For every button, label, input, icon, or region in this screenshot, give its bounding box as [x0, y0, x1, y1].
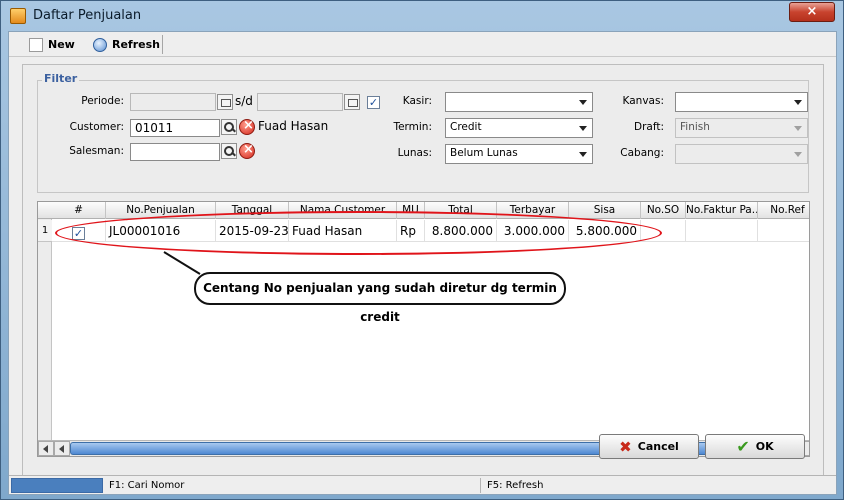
refresh-button-label: Refresh [112, 38, 160, 51]
termin-label: Termin: [393, 121, 432, 133]
refresh-icon [93, 37, 107, 52]
termin-dropdown[interactable]: Credit [445, 118, 593, 138]
toolbar: New Refresh [9, 32, 836, 57]
salesman-field[interactable] [130, 143, 220, 161]
toolbar-separator [162, 35, 163, 54]
salesman-search-icon[interactable] [221, 143, 237, 159]
filter-group: Filter Periode: s/d ✓ Customer: 01011 Fu… [37, 72, 809, 193]
ok-button-label: OK [755, 440, 774, 453]
new-document-icon [29, 37, 43, 52]
kasir-label: Kasir: [402, 95, 432, 107]
chevron-down-icon [794, 126, 802, 131]
sd-label: s/d [235, 94, 253, 108]
chevron-down-icon [579, 152, 587, 157]
chevron-down-icon [579, 126, 587, 131]
highlight-oval [55, 211, 662, 255]
chevron-down-icon [794, 100, 802, 105]
salesman-clear-icon[interactable] [239, 142, 255, 159]
refresh-button[interactable]: Refresh [89, 34, 164, 55]
title-bar[interactable]: Daftar Penjualan × [1, 1, 843, 31]
column-header-no-ref[interactable]: No.Ref [758, 202, 809, 219]
salesman-label: Salesman: [69, 145, 124, 157]
scroll-left-icon[interactable] [38, 441, 54, 456]
ok-button[interactable]: ✔ OK [705, 434, 805, 459]
periode-label: Periode: [81, 95, 124, 107]
filter-legend: Filter [42, 72, 80, 85]
window-content: New Refresh Filter Periode: s/d ✓ Custom… [8, 31, 837, 495]
cancel-button[interactable]: ✖ Cancel [599, 434, 699, 459]
periode-end-field [257, 93, 343, 111]
status-f1-hint: F1: Cari Nomor [105, 478, 481, 493]
new-button[interactable]: New [25, 34, 79, 55]
lunas-dropdown[interactable]: Belum Lunas [445, 144, 593, 164]
new-button-label: New [48, 38, 75, 51]
kanvas-label: Kanvas: [622, 95, 664, 107]
termin-value: Credit [450, 121, 482, 133]
chevron-down-icon [579, 100, 587, 105]
status-progress-indicator [11, 478, 103, 493]
status-bar: F1: Cari Nomor F5: Refresh [9, 475, 836, 494]
status-f5-hint: F5: Refresh [487, 480, 544, 491]
lunas-value: Belum Lunas [450, 147, 518, 159]
lunas-label: Lunas: [397, 147, 432, 159]
row-number: 1 [38, 220, 52, 242]
customer-clear-icon[interactable] [239, 118, 255, 135]
draft-dropdown: Finish [675, 118, 808, 138]
cabang-dropdown [675, 144, 808, 164]
calendar-icon[interactable] [344, 94, 360, 110]
cancel-button-label: Cancel [637, 440, 679, 453]
column-header-no-so[interactable]: No.SO [641, 202, 686, 219]
customer-label: Customer: [69, 121, 124, 133]
callout-bubble: Centang No penjualan yang sudah diretur … [194, 272, 566, 324]
customer-code-field[interactable]: 01011 [130, 119, 220, 137]
close-icon: ✖ [619, 437, 632, 456]
kasir-dropdown[interactable] [445, 92, 593, 112]
periode-start-field [130, 93, 216, 111]
cabang-label: Cabang: [620, 147, 664, 159]
scroll-left-icon[interactable] [54, 441, 70, 456]
window-title: Daftar Penjualan [33, 8, 142, 23]
column-header-no-faktur[interactable]: No.Faktur Pa... [686, 202, 758, 219]
customer-name: Fuad Hasan [258, 119, 329, 133]
cell-no-faktur [686, 220, 758, 242]
chevron-down-icon [794, 152, 802, 157]
close-button[interactable]: × [789, 2, 835, 22]
main-panel: Filter Periode: s/d ✓ Customer: 01011 Fu… [22, 64, 824, 478]
calendar-icon[interactable] [217, 94, 233, 110]
column-header-sisa[interactable]: Sisa [569, 202, 641, 219]
app-icon [10, 8, 26, 24]
customer-search-icon[interactable] [221, 119, 237, 135]
cell-no-ref [758, 220, 809, 242]
draft-label: Draft: [633, 121, 664, 133]
kanvas-dropdown[interactable] [675, 92, 808, 112]
draft-value: Finish [680, 121, 710, 133]
checkmark-icon: ✔ [736, 437, 750, 456]
column-header-check[interactable]: # [52, 202, 106, 219]
